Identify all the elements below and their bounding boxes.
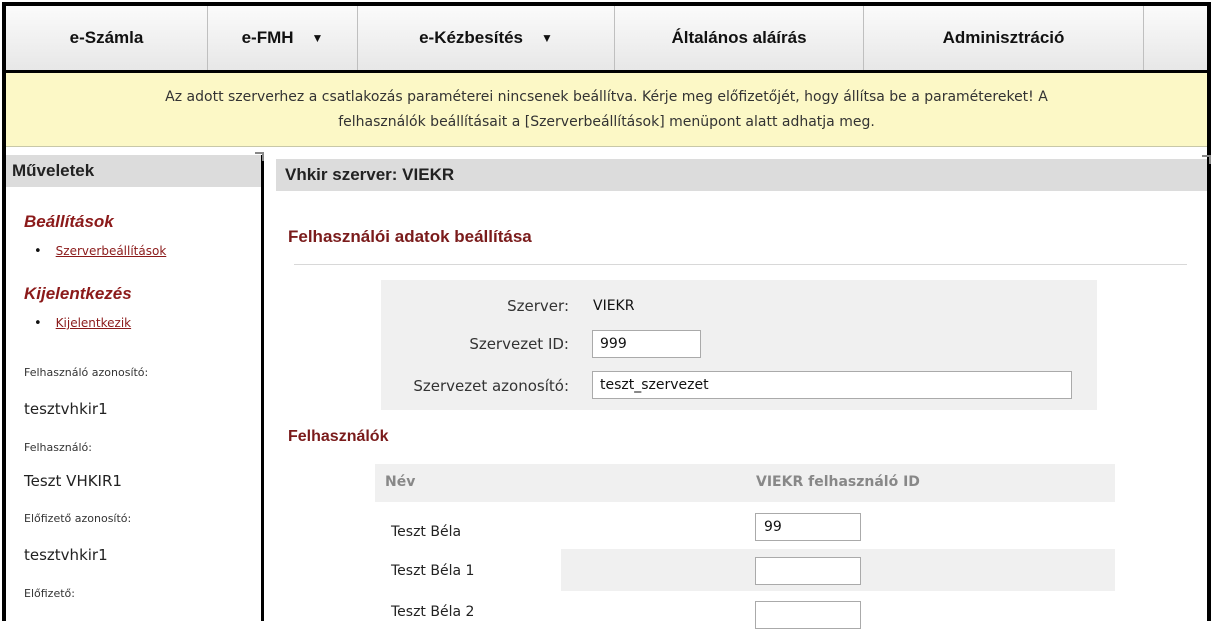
menu-altalanos-alairas[interactable]: Általános aláírás <box>615 6 864 70</box>
sidebar-section-kijelentkezes: Kijelentkezés <box>24 284 132 303</box>
menu-overflow[interactable] <box>1144 6 1207 70</box>
menu-label: e-FMH <box>241 28 294 47</box>
menu-label: Adminisztráció <box>942 28 1065 47</box>
menu-e-kezbesites[interactable]: e-Kézbesítés ▼ <box>358 6 615 70</box>
notice-line-2: felhasználók beállításait a [Szerverbeál… <box>338 114 875 130</box>
user-id-value: tesztvhkir1 <box>24 400 108 418</box>
subscriber-label: Előfizető: <box>24 587 75 600</box>
user-value: Teszt VHKIR1 <box>24 472 122 490</box>
viekr-user-id-input[interactable] <box>755 601 861 629</box>
server-label: Szerver: <box>507 297 569 315</box>
divider <box>294 264 1187 265</box>
top-menu: e-Számla e-FMH ▼ e-Kézbesítés ▼ Általáno… <box>6 6 1207 73</box>
collapse-corner-icon[interactable] <box>1202 155 1211 164</box>
notice-line-1: Az adott szerverhez a csatlakozás paramé… <box>165 89 1048 105</box>
org-code-label: Szervezet azonosító: <box>413 377 569 395</box>
viekr-user-id-input[interactable] <box>755 513 861 541</box>
menu-label: e-Számla <box>69 28 144 47</box>
subscriber-id-label: Előfizető azonosító: <box>24 512 132 525</box>
section-title: Felhasználói adatok beállítása <box>288 227 532 246</box>
chevron-down-icon: ▼ <box>541 31 553 45</box>
user-id-label: Felhasználó azonosító: <box>24 366 149 379</box>
frame-border-right <box>1207 2 1211 621</box>
menu-e-szamla[interactable]: e-Számla <box>6 6 208 70</box>
user-name: Teszt Béla 1 <box>391 563 475 579</box>
menu-adminisztracio[interactable]: Adminisztráció <box>864 6 1144 70</box>
app-frame: e-Számla e-FMH ▼ e-Kézbesítés ▼ Általáno… <box>0 0 1215 629</box>
user-name: Teszt Béla <box>391 524 462 540</box>
server-settings-form: Szerver: VIEKR Szervezet ID: Szervezet a… <box>381 280 1097 410</box>
menu-e-fmh[interactable]: e-FMH ▼ <box>208 6 358 70</box>
viekr-user-id-input[interactable] <box>755 557 861 585</box>
org-id-label: Szervezet ID: <box>469 335 569 353</box>
org-id-input[interactable] <box>592 330 701 358</box>
link-kijelentkezik[interactable]: Kijelentkezik <box>34 316 131 331</box>
sidebar-section-beallitasok: Beállítások <box>24 212 114 231</box>
server-header: Vhkir szerver: VIEKR <box>276 159 1207 191</box>
chevron-down-icon: ▼ <box>311 31 324 45</box>
link-szerverbeallitasok[interactable]: Szerverbeállítások <box>34 244 167 259</box>
server-value: VIEKR <box>593 298 635 314</box>
sidebar: Műveletek Beállítások Szerverbeállítások… <box>6 152 264 621</box>
org-code-input[interactable] <box>592 371 1072 399</box>
config-warning-notice: Az adott szerverhez a csatlakozás paramé… <box>6 73 1207 147</box>
user-name: Teszt Béla 2 <box>391 604 475 620</box>
user-label: Felhasználó: <box>24 441 92 454</box>
subscriber-id-value: tesztvhkir1 <box>24 546 108 564</box>
col-id-header: VIEKR felhasználó ID <box>756 474 920 490</box>
users-title: Felhasználók <box>288 428 389 445</box>
sidebar-title: Műveletek <box>6 155 261 187</box>
main-panel: Vhkir szerver: VIEKR Felhasználói adatok… <box>276 155 1211 629</box>
users-table-header: Név VIEKR felhasználó ID <box>375 464 1115 502</box>
menu-label: e-Kézbesítés <box>419 28 524 47</box>
menu-label: Általános aláírás <box>671 28 807 47</box>
col-name-header: Név <box>385 474 416 490</box>
